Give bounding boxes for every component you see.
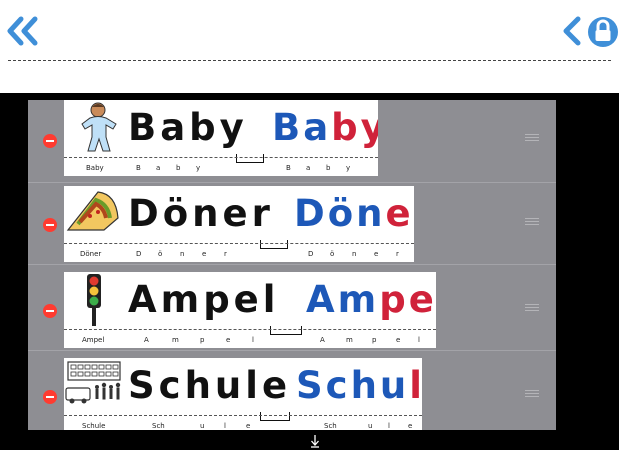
reorder-handle-icon[interactable] (525, 304, 539, 312)
lock-icon[interactable] (587, 15, 619, 49)
small-letter: e (226, 336, 231, 344)
word-card: Baby Baby Baby B a b y B a b y (64, 100, 378, 176)
delete-button[interactable] (43, 390, 57, 404)
small-letter: l (388, 422, 390, 430)
small-letter: p (200, 336, 205, 344)
word-black: Ampel (128, 278, 280, 321)
delete-button[interactable] (43, 134, 57, 148)
school-icon (65, 361, 121, 404)
word-black: Döner (128, 192, 274, 235)
small-letter: B (286, 164, 291, 172)
small-label: Ampel (82, 336, 105, 344)
delete-button[interactable] (43, 304, 57, 318)
small-letter: B (136, 164, 141, 172)
word-card: Döner Döner Döner D ö n e r D ö n e r (64, 186, 414, 262)
small-label: Döner (80, 250, 102, 258)
small-letter: b (176, 164, 181, 172)
cut-line (64, 415, 422, 416)
small-letter: Sch (324, 422, 337, 430)
small-letter: e (246, 422, 251, 430)
small-letter: u (368, 422, 373, 430)
word-colored: Baby (272, 106, 378, 149)
small-letter: b (326, 164, 331, 172)
word-gap (260, 240, 288, 249)
small-letter: e (408, 422, 413, 430)
word-card: Ampel Ampel Ampel A m p e l A m p e l (64, 272, 436, 348)
list-item: Schule Schule Schule Sch u l e Sch u l e (28, 354, 556, 430)
small-letter: Sch (152, 422, 165, 430)
small-letter: y (196, 164, 201, 172)
small-letter: m (346, 336, 353, 344)
arrow-down-icon[interactable] (310, 434, 320, 448)
dashed-separator (8, 60, 611, 61)
reorder-handle-icon[interactable] (525, 390, 539, 398)
small-letter: r (224, 250, 227, 258)
top-bar (0, 0, 619, 93)
small-letter: e (202, 250, 207, 258)
small-letter: a (156, 164, 161, 172)
word-colored: Döner (294, 192, 414, 235)
small-letter: a (306, 164, 311, 172)
small-letter: D (136, 250, 142, 258)
word-black: Schule (128, 364, 292, 407)
reorder-handle-icon[interactable] (525, 134, 539, 142)
list-item: Baby Baby Baby B a b y B a b y (28, 100, 556, 183)
small-letter: l (418, 336, 420, 344)
cut-line (64, 329, 436, 330)
small-letter: D (308, 250, 314, 258)
cut-line (64, 157, 378, 158)
small-letter: A (144, 336, 149, 344)
small-letter: n (180, 250, 185, 258)
reorder-handle-icon[interactable] (525, 218, 539, 226)
small-letter: u (200, 422, 205, 430)
small-letter: A (320, 336, 325, 344)
word-card: Schule Schule Schule Sch u l e Sch u l e (64, 358, 422, 430)
traffic-light-icon (87, 274, 101, 326)
small-letter: e (374, 250, 379, 258)
small-letter: l (224, 422, 226, 430)
chevron-left-icon[interactable] (560, 16, 584, 46)
word-gap (236, 154, 264, 163)
small-letter: y (346, 164, 351, 172)
double-chevron-left-icon[interactable] (6, 14, 40, 48)
small-letter: n (352, 250, 357, 258)
word-colored: Ampel (306, 278, 436, 321)
word-colored: Schule (296, 364, 422, 407)
small-label: Schule (82, 422, 106, 430)
word-black: Baby (128, 106, 248, 149)
word-list: Baby Baby Baby B a b y B a b y Döner Dön… (28, 100, 556, 430)
cut-line (64, 243, 414, 244)
word-gap (260, 412, 290, 421)
small-letter: ö (158, 250, 163, 258)
delete-button[interactable] (43, 218, 57, 232)
small-label: Baby (86, 164, 104, 172)
small-letter: l (252, 336, 254, 344)
small-letter: m (172, 336, 179, 344)
list-item: Ampel Ampel Ampel A m p e l A m p e l (28, 268, 556, 351)
baby-icon (81, 102, 117, 152)
doner-kebab-icon (66, 191, 119, 231)
small-letter: e (396, 336, 401, 344)
word-gap (270, 326, 302, 335)
small-letter: p (372, 336, 377, 344)
small-letter: r (396, 250, 399, 258)
small-letter: ö (330, 250, 335, 258)
list-item: Döner Döner Döner D ö n e r D ö n e r (28, 182, 556, 265)
